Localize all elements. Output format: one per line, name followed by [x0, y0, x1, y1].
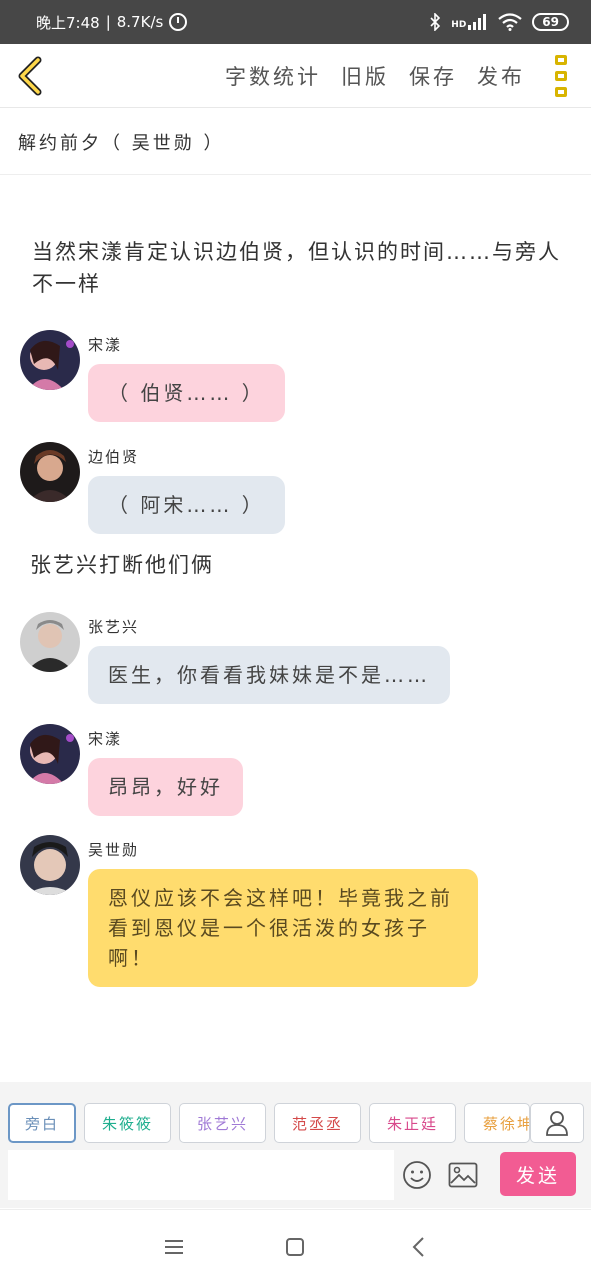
system-nav-bar	[0, 1209, 591, 1280]
home-button[interactable]	[280, 1232, 310, 1262]
system-back-button[interactable]	[404, 1232, 434, 1262]
save-button[interactable]: 保存	[409, 61, 457, 91]
emoji-button[interactable]	[402, 1160, 432, 1190]
character-tab[interactable]: 范丞丞	[274, 1103, 361, 1143]
add-character-button[interactable]	[530, 1103, 584, 1143]
message-composer: 发送	[0, 1148, 591, 1208]
battery-indicator: 69	[532, 13, 569, 31]
character-selector: 旁白 朱筱筱 张艺兴 范丞丞 朱正廷 蔡徐坤	[0, 1082, 591, 1148]
square-icon	[286, 1238, 304, 1256]
send-button[interactable]: 发送	[500, 1152, 576, 1196]
message-bubble: 恩仪应该不会这样吧！毕竟我之前看到恩仪是一个很活泼的女孩子啊！	[88, 869, 478, 987]
recent-apps-button[interactable]	[159, 1232, 189, 1262]
message-bubble: （ 阿宋…… ）	[88, 476, 285, 534]
message-input[interactable]	[8, 1150, 394, 1200]
speaker-name: 宋漾	[88, 730, 123, 748]
chevron-left-icon	[18, 56, 42, 96]
character-tab[interactable]: 朱筱筱	[84, 1103, 171, 1143]
message-bubble: 昂昂，好好	[88, 758, 243, 816]
word-count-button[interactable]: 字数统计	[225, 61, 321, 91]
alarm-icon	[169, 13, 188, 31]
character-tab[interactable]: 蔡徐坤	[464, 1103, 530, 1143]
narration-text: 张艺兴打断他们俩	[30, 553, 214, 577]
speaker-name: 张艺兴	[88, 618, 140, 636]
image-icon	[448, 1162, 478, 1188]
network-speed: 8.7K/s	[116, 13, 164, 31]
story-title: 解约前夕（ 吴世勋 ）	[18, 132, 225, 154]
old-version-button[interactable]: 旧版	[341, 61, 389, 91]
status-time: 晚上7:48	[36, 13, 100, 32]
speaker-name: 边伯贤	[88, 448, 140, 466]
speaker-name: 吴世勋	[88, 841, 140, 859]
character-tab[interactable]: 朱正廷	[369, 1103, 456, 1143]
back-button[interactable]	[12, 54, 52, 98]
wifi-icon	[498, 13, 522, 31]
signal-icon: HD	[451, 14, 488, 30]
message-bubble: （ 伯贤…… ）	[88, 364, 285, 422]
menu-icon	[165, 1240, 183, 1254]
speaker-name: 宋漾	[88, 336, 123, 354]
character-tab[interactable]: 张艺兴	[179, 1103, 266, 1143]
character-tab[interactable]: 旁白	[8, 1103, 76, 1143]
user-icon	[546, 1111, 568, 1136]
more-dot-icon	[555, 71, 567, 81]
story-content: 当然宋漾肯定认识边伯贤，但认识的时间……与旁人不一样 宋漾 （ 伯贤…… ） 边…	[0, 176, 591, 1081]
chevron-left-icon	[412, 1237, 424, 1257]
avatar	[20, 442, 80, 502]
bluetooth-icon	[430, 13, 441, 31]
publish-button[interactable]: 发布	[477, 61, 525, 91]
avatar	[20, 330, 80, 390]
header-actions: 字数统计 旧版 保存 发布	[225, 44, 525, 108]
more-dot-icon	[555, 87, 567, 97]
narration-text: 当然宋漾肯定认识边伯贤，但认识的时间……与旁人不一样	[32, 240, 561, 296]
status-bar: 晚上7:48 | 8.7K/s HD 69	[0, 0, 591, 44]
avatar	[20, 835, 80, 895]
image-button[interactable]	[448, 1162, 478, 1188]
story-title-row[interactable]: 解约前夕（ 吴世勋 ）	[0, 109, 591, 175]
avatar	[20, 612, 80, 672]
smiley-icon	[403, 1161, 431, 1189]
message-bubble: 医生，你看看我妹妹是不是……	[88, 646, 450, 704]
more-dot-icon	[555, 55, 567, 65]
avatar	[20, 724, 80, 784]
more-menu-button[interactable]	[553, 55, 569, 97]
app-header: 字数统计 旧版 保存 发布	[0, 44, 591, 108]
